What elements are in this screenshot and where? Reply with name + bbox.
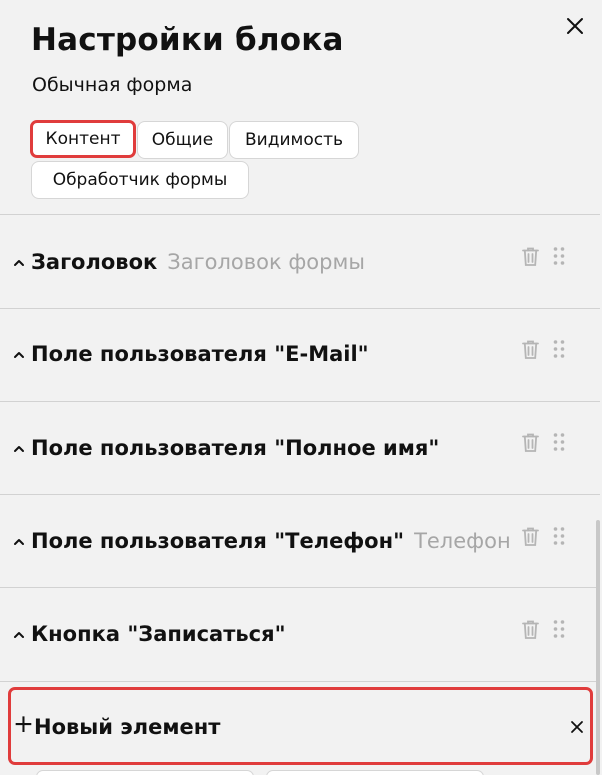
plus-icon[interactable]: + bbox=[13, 711, 34, 736]
list-item-signup-button[interactable]: Кнопка "Записаться" bbox=[0, 588, 600, 680]
list-item-title: Кнопка "Записаться" bbox=[31, 622, 286, 646]
drag-handle-icon[interactable] bbox=[552, 339, 566, 359]
block-settings-panel: Настройки блока Обычная форма Контент Об… bbox=[0, 0, 602, 775]
divider bbox=[0, 681, 600, 682]
trash-icon[interactable] bbox=[521, 432, 540, 453]
tab-content-label: Контент bbox=[45, 129, 121, 149]
tab-general[interactable]: Общие bbox=[137, 121, 228, 159]
tab-general-label: Общие bbox=[151, 130, 214, 150]
tab-form-handler[interactable]: Обработчик формы bbox=[31, 161, 249, 199]
panel-title: Настройки блока bbox=[31, 22, 344, 58]
new-element-label: Новый элемент bbox=[34, 715, 221, 739]
close-icon[interactable] bbox=[570, 720, 584, 734]
panel-subtitle: Обычная форма bbox=[32, 74, 193, 96]
list-item-full-name-field[interactable]: Поле пользователя "Полное имя" bbox=[0, 402, 600, 494]
list-item-heading[interactable]: Заголовок Заголовок формы bbox=[0, 215, 600, 307]
list-item-title: Поле пользователя "Полное имя" bbox=[31, 436, 440, 460]
list-item-label: Поле пользователя "Телефон" Телефон bbox=[31, 529, 511, 553]
chevron-up-icon[interactable] bbox=[12, 444, 26, 454]
list-item-label: Кнопка "Записаться" bbox=[31, 622, 286, 646]
trash-icon[interactable] bbox=[521, 246, 540, 267]
list-item-subtitle: Заголовок формы bbox=[167, 250, 365, 274]
list-item-email-field[interactable]: Поле пользователя "E-Mail" bbox=[0, 309, 600, 401]
drag-handle-icon[interactable] bbox=[552, 619, 566, 639]
partially-visible-button[interactable] bbox=[36, 770, 254, 775]
drag-handle-icon[interactable] bbox=[552, 246, 566, 266]
drag-handle-icon[interactable] bbox=[552, 432, 566, 452]
chevron-up-icon[interactable] bbox=[12, 350, 26, 360]
chevron-up-icon[interactable] bbox=[12, 258, 26, 268]
chevron-up-icon[interactable] bbox=[12, 630, 26, 640]
tab-visibility[interactable]: Видимость bbox=[229, 121, 359, 159]
drag-handle-icon[interactable] bbox=[552, 526, 566, 546]
partially-visible-button[interactable] bbox=[266, 770, 484, 775]
close-icon[interactable] bbox=[563, 14, 587, 38]
new-element-panel[interactable]: + Новый элемент bbox=[8, 687, 593, 765]
trash-icon[interactable] bbox=[521, 526, 540, 547]
tab-content[interactable]: Контент bbox=[30, 120, 136, 158]
chevron-up-icon[interactable] bbox=[12, 537, 26, 547]
list-item-phone-field[interactable]: Поле пользователя "Телефон" Телефон bbox=[0, 495, 600, 587]
tab-form-handler-label: Обработчик формы bbox=[52, 170, 228, 190]
list-item-title: Заголовок bbox=[31, 250, 158, 274]
scrollbar[interactable] bbox=[596, 520, 600, 775]
list-item-title: Поле пользователя "E-Mail" bbox=[31, 342, 369, 366]
list-item-label: Поле пользователя "E-Mail" bbox=[31, 342, 369, 366]
trash-icon[interactable] bbox=[521, 339, 540, 360]
list-item-label: Заголовок Заголовок формы bbox=[31, 250, 365, 274]
tab-visibility-label: Видимость bbox=[244, 130, 343, 150]
list-item-subtitle: Телефон bbox=[414, 529, 511, 553]
trash-icon[interactable] bbox=[521, 619, 540, 640]
list-item-label: Поле пользователя "Полное имя" bbox=[31, 436, 439, 460]
list-item-title: Поле пользователя "Телефон" bbox=[31, 529, 405, 553]
